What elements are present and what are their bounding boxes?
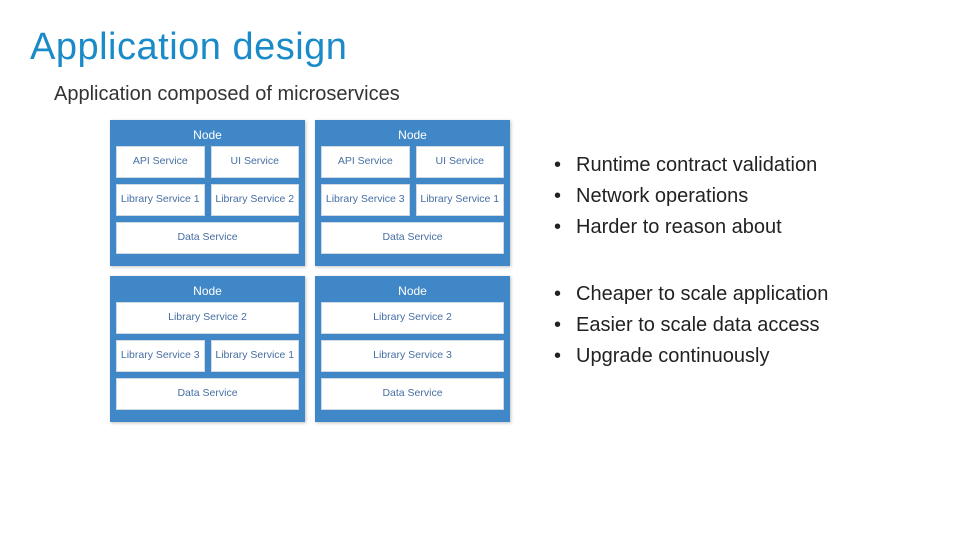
- bullet-group: Cheaper to scale application Easier to s…: [554, 279, 828, 372]
- bullet-item: Network operations: [554, 181, 828, 212]
- service-box: UI Service: [211, 146, 300, 178]
- bullet-item: Easier to scale data access: [554, 310, 828, 341]
- node-panel: Node API Service UI Service Library Serv…: [110, 120, 305, 266]
- bullet-item: Runtime contract validation: [554, 150, 828, 181]
- node-row: Library Service 2: [116, 302, 299, 334]
- node-row: Library Service 3 Library Service 1: [116, 340, 299, 372]
- service-box: Library Service 2: [321, 302, 504, 334]
- service-box: Library Service 2: [116, 302, 299, 334]
- node-row: Library Service 3: [321, 340, 504, 372]
- service-box: Data Service: [116, 378, 299, 410]
- service-box: Data Service: [321, 378, 504, 410]
- service-box: Data Service: [321, 222, 504, 254]
- microservices-diagram: Node API Service UI Service Library Serv…: [110, 120, 510, 422]
- node-title: Node: [321, 282, 504, 302]
- bullet-area: Runtime contract validation Network oper…: [554, 120, 828, 408]
- service-box: Library Service 3: [116, 340, 205, 372]
- node-panel: Node Library Service 2 Library Service 3…: [315, 276, 510, 422]
- node-panel: Node Library Service 2 Library Service 3…: [110, 276, 305, 422]
- node-title: Node: [116, 282, 299, 302]
- service-box: API Service: [116, 146, 205, 178]
- node-row: Library Service 1 Library Service 2: [116, 184, 299, 216]
- bullet-group: Runtime contract validation Network oper…: [554, 150, 828, 243]
- slide-subtitle: Application composed of microservices: [54, 83, 949, 106]
- bullet-item: Harder to reason about: [554, 212, 828, 243]
- content-area: Node API Service UI Service Library Serv…: [110, 120, 949, 422]
- service-box: UI Service: [416, 146, 505, 178]
- node-title: Node: [321, 126, 504, 146]
- node-row: Data Service: [116, 378, 299, 410]
- node-row: Library Service 3 Library Service 1: [321, 184, 504, 216]
- node-row: Data Service: [116, 222, 299, 254]
- node-title: Node: [116, 126, 299, 146]
- bullet-item: Cheaper to scale application: [554, 279, 828, 310]
- service-box: Library Service 3: [321, 340, 504, 372]
- node-row: Data Service: [321, 378, 504, 410]
- node-panel: Node API Service UI Service Library Serv…: [315, 120, 510, 266]
- service-box: Library Service 1: [211, 340, 300, 372]
- service-box: API Service: [321, 146, 410, 178]
- bullet-item: Upgrade continuously: [554, 341, 828, 372]
- slide-title: Application design: [30, 26, 949, 69]
- node-row: Library Service 2: [321, 302, 504, 334]
- service-box: Library Service 3: [321, 184, 410, 216]
- node-row: API Service UI Service: [116, 146, 299, 178]
- node-row: Data Service: [321, 222, 504, 254]
- service-box: Library Service 1: [116, 184, 205, 216]
- service-box: Library Service 1: [416, 184, 505, 216]
- service-box: Data Service: [116, 222, 299, 254]
- service-box: Library Service 2: [211, 184, 300, 216]
- node-row: API Service UI Service: [321, 146, 504, 178]
